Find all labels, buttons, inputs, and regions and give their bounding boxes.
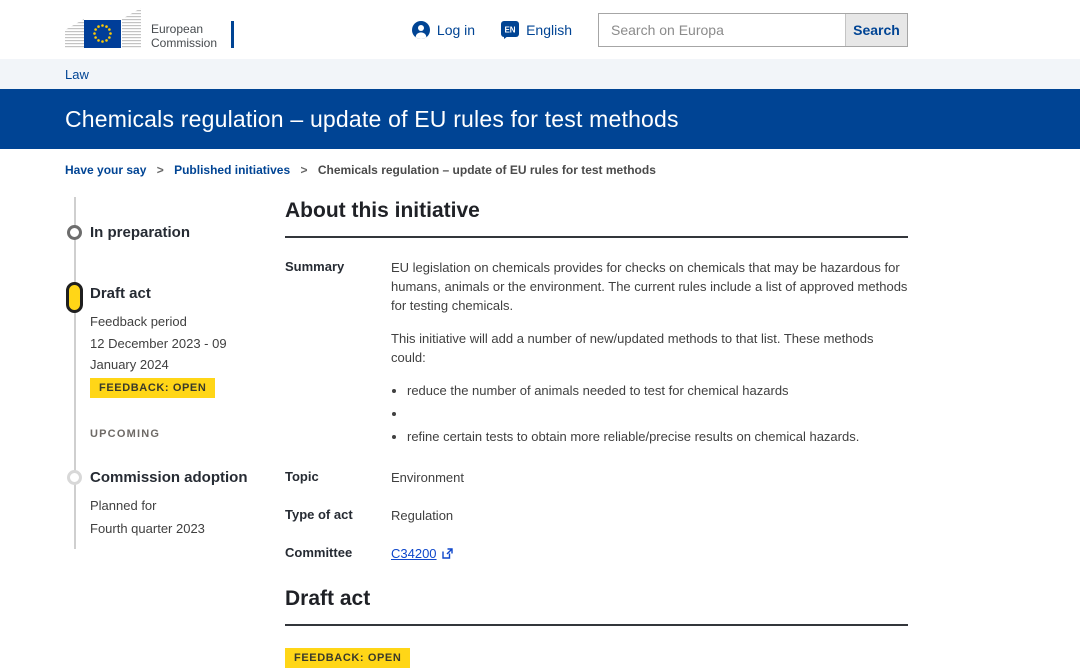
site-section-link-law[interactable]: Law — [65, 67, 89, 82]
summary-bullet — [407, 404, 908, 423]
logo-text-line1: European — [151, 22, 203, 36]
timeline-commission-adoption-date: Fourth quarter 2023 — [90, 521, 205, 536]
main-content: About this initiative Summary EU legisla… — [285, 187, 908, 670]
page-banner: Chemicals regulation – update of EU rule… — [0, 89, 1080, 149]
header-actions: Log in EN English Search — [412, 13, 908, 47]
logo-text-line2: Commission — [151, 36, 217, 50]
type-of-act-value: Regulation — [391, 506, 453, 525]
breadcrumb-separator: > — [157, 163, 164, 177]
summary-bullet-list: reduce the number of animals needed to t… — [407, 381, 908, 446]
site-header: European Commission Log in EN English — [0, 0, 1080, 59]
summary-bullet: reduce the number of animals needed to t… — [407, 381, 908, 400]
language-en-icon: EN — [501, 21, 519, 39]
search-group: Search — [598, 13, 908, 47]
summary-paragraph-1: EU legislation on chemicals provides for… — [391, 258, 908, 315]
type-of-act-label: Type of act — [285, 506, 391, 525]
topic-value: Environment — [391, 468, 464, 487]
feedback-open-badge-sidebar: FEEDBACK: OPEN — [90, 378, 215, 398]
ec-logo-graphic: European Commission — [65, 7, 237, 53]
committee-label: Committee — [285, 544, 391, 563]
committee-link-text: C34200 — [391, 544, 437, 563]
about-rows: Summary EU legislation on chemicals prov… — [285, 258, 908, 563]
language-code: EN — [505, 25, 516, 34]
summary-row: Summary EU legislation on chemicals prov… — [285, 258, 908, 450]
breadcrumb-current-page: Chemicals regulation – update of EU rule… — [318, 163, 656, 177]
topic-label: Topic — [285, 468, 391, 487]
about-heading: About this initiative — [285, 199, 908, 238]
draft-act-section: Draft act FEEDBACK: OPEN Feedback period… — [285, 587, 908, 670]
external-link-icon — [442, 548, 453, 559]
summary-paragraph-2: This initiative will add a number of new… — [391, 329, 908, 367]
language-label: English — [526, 22, 572, 38]
feedback-open-badge-main: FEEDBACK: OPEN — [285, 648, 410, 668]
login-link[interactable]: Log in — [412, 21, 475, 39]
timeline-upcoming-label: UPCOMING — [90, 428, 160, 440]
search-button[interactable]: Search — [845, 14, 907, 46]
language-selector[interactable]: EN English — [501, 21, 572, 39]
draft-act-heading: Draft act — [285, 587, 908, 626]
page-title: Chemicals regulation – update of EU rule… — [65, 106, 679, 133]
timeline-marker-commission-adoption — [67, 470, 82, 485]
summary-content: EU legislation on chemicals provides for… — [391, 258, 908, 450]
search-input[interactable] — [599, 14, 845, 46]
summary-bullet: refine certain tests to obtain more reli… — [407, 427, 908, 446]
timeline-marker-in-preparation — [67, 225, 82, 240]
committee-row: Committee C34200 — [285, 544, 908, 563]
summary-label: Summary — [285, 258, 391, 450]
timeline-step-in-preparation: In preparation — [90, 224, 190, 241]
timeline-step-draft-act: Draft act — [90, 285, 151, 302]
timeline-step-commission-adoption: Commission adoption — [90, 469, 248, 486]
timeline-draft-act-date-line2: January 2024 — [90, 357, 169, 372]
timeline-commission-adoption-subtitle: Planned for — [90, 498, 157, 513]
initiative-timeline: In preparation Draft act Feedback period… — [65, 187, 285, 657]
login-label: Log in — [437, 22, 475, 38]
logo-stripes-left — [65, 19, 84, 48]
site-section-bar: Law — [0, 59, 1080, 89]
breadcrumb: Have your say > Published initiatives > … — [0, 149, 1080, 187]
european-commission-logo[interactable]: European Commission — [65, 7, 237, 53]
timeline-marker-draft-act — [66, 282, 83, 313]
timeline-draft-act-subtitle: Feedback period — [90, 314, 187, 329]
logo-stripes-right — [122, 8, 141, 48]
logo-divider-bar — [231, 21, 234, 48]
timeline-line — [74, 197, 76, 549]
timeline-draft-act-date-line1: 12 December 2023 - 09 — [90, 336, 227, 351]
type-of-act-row: Type of act Regulation — [285, 506, 908, 525]
breadcrumb-published-initiatives[interactable]: Published initiatives — [174, 163, 290, 177]
login-person-icon — [412, 21, 430, 39]
committee-link[interactable]: C34200 — [391, 544, 453, 563]
content-layout: In preparation Draft act Feedback period… — [0, 187, 1080, 670]
breadcrumb-separator: > — [300, 163, 307, 177]
breadcrumb-have-your-say[interactable]: Have your say — [65, 163, 146, 177]
topic-row: Topic Environment — [285, 468, 908, 487]
